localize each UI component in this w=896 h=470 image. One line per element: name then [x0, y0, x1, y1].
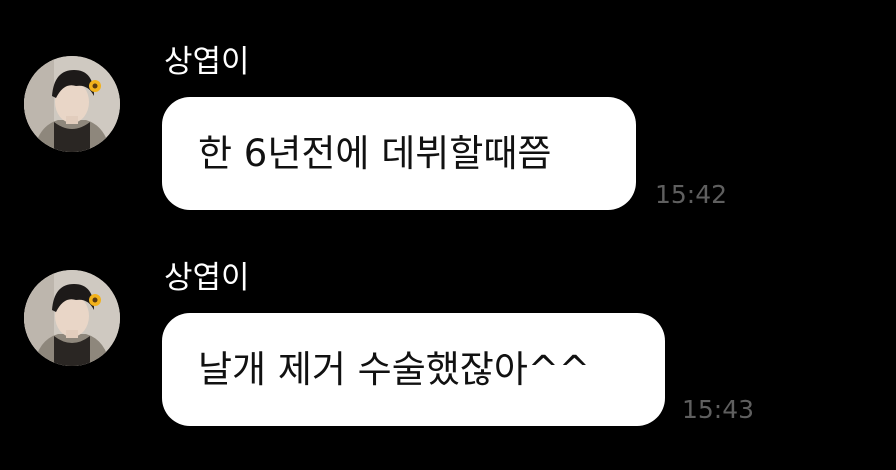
message-text: 날개 제거 수술했잖아^^	[198, 348, 590, 391]
profile-photo-avatar-icon	[24, 270, 120, 366]
message-timestamp: 15:42	[655, 180, 728, 209]
sender-name: 상엽이	[164, 44, 250, 80]
message-bubble[interactable]: 한 6년전에 데뷔할때쯤	[162, 97, 636, 210]
sender-name: 상엽이	[164, 260, 250, 296]
sender-avatar[interactable]	[24, 270, 120, 366]
message-text: 한 6년전에 데뷔할때쯤	[198, 132, 552, 175]
profile-photo-avatar-icon	[24, 56, 120, 152]
message-timestamp: 15:43	[682, 395, 755, 424]
sender-avatar[interactable]	[24, 56, 120, 152]
message-bubble[interactable]: 날개 제거 수술했잖아^^	[162, 313, 665, 426]
